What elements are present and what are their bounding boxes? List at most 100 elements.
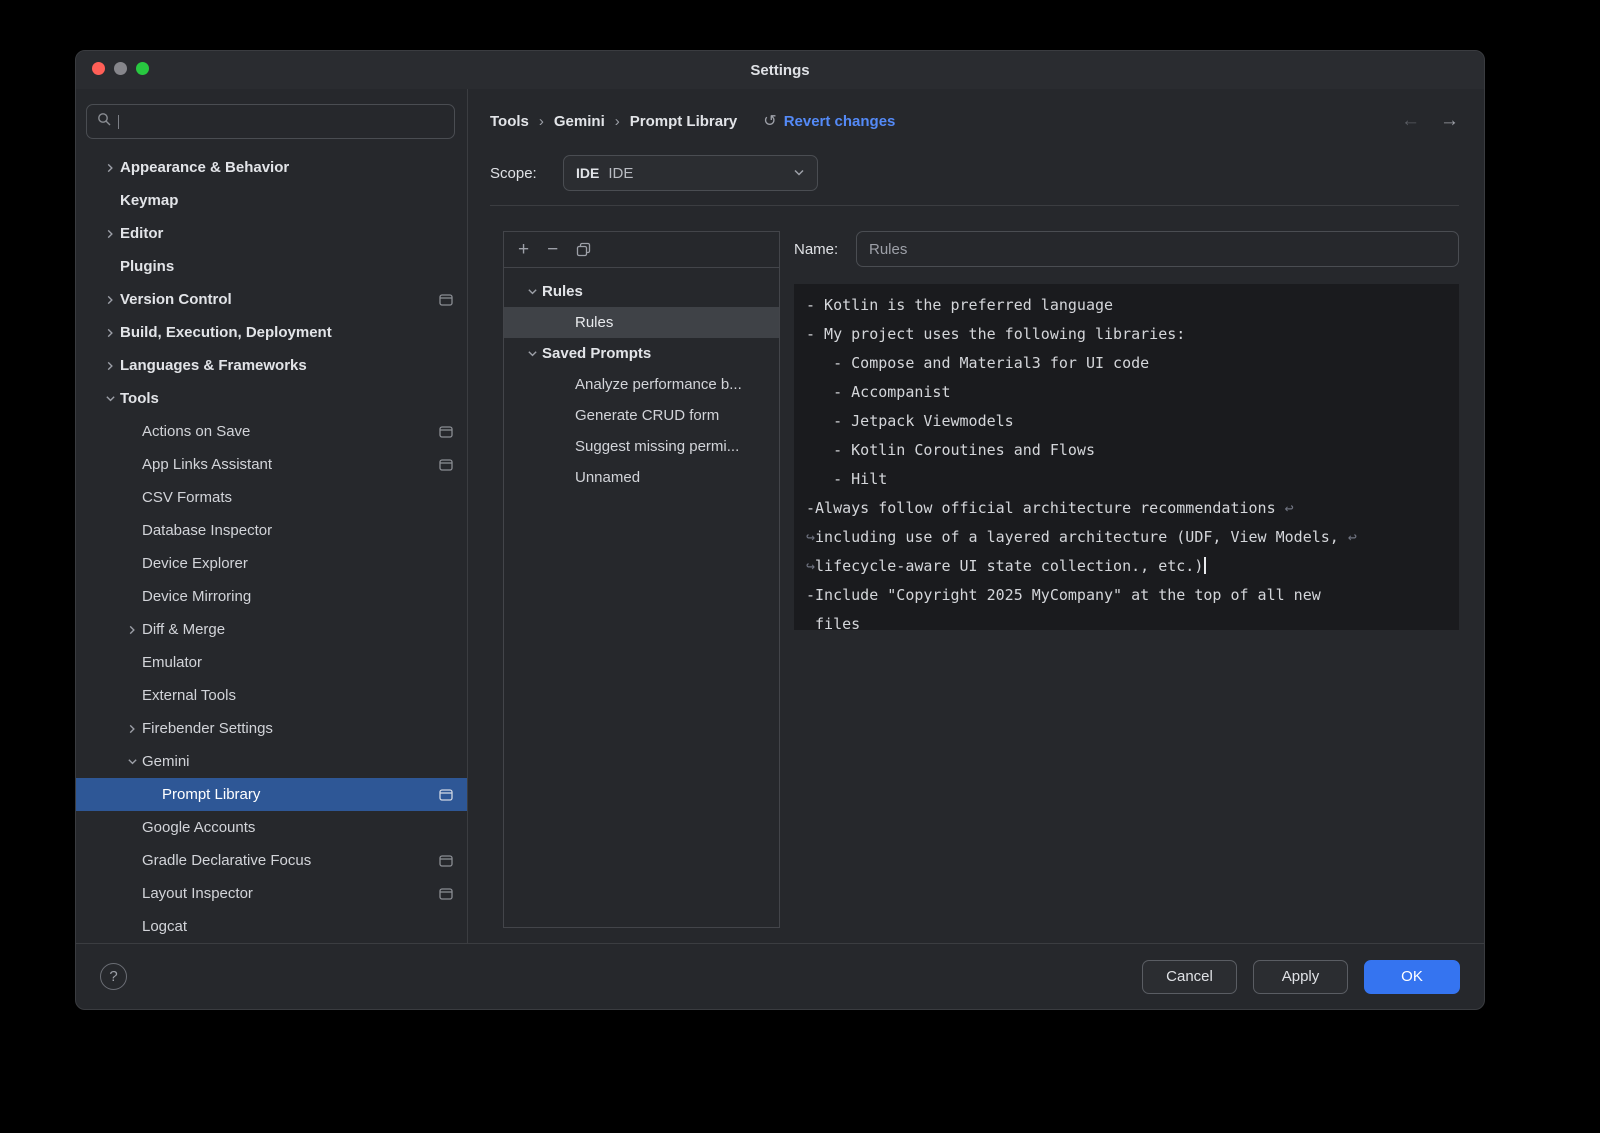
chevron-right-icon[interactable] <box>100 296 120 304</box>
sidebar-item-build-execution-deployment[interactable]: Build, Execution, Deployment <box>76 316 467 349</box>
forward-arrow-icon[interactable]: → <box>1440 110 1459 132</box>
apply-button[interactable]: Apply <box>1253 960 1348 994</box>
sidebar-item-google-accounts[interactable]: Google Accounts <box>76 811 467 844</box>
sidebar-item-external-tools[interactable]: External Tools <box>76 679 467 712</box>
breadcrumb-tools[interactable]: Tools <box>490 113 529 130</box>
prompt-editor-side: Name: Rules - Kotlin is the preferred la… <box>794 231 1459 928</box>
minimize-window-button[interactable] <box>114 62 127 75</box>
search-icon <box>97 112 112 132</box>
sidebar-item-version-control[interactable]: Version Control <box>76 283 467 316</box>
chevron-down-icon[interactable] <box>522 350 542 358</box>
sidebar-item-device-explorer[interactable]: Device Explorer <box>76 547 467 580</box>
prompt-item-rules[interactable]: Rules <box>504 307 779 338</box>
sidebar-item-label: Diff & Merge <box>142 621 225 638</box>
sidebar-item-plugins[interactable]: Plugins <box>76 250 467 283</box>
close-window-button[interactable] <box>92 62 105 75</box>
zoom-window-button[interactable] <box>136 62 149 75</box>
sidebar-item-diff-merge[interactable]: Diff & Merge <box>76 613 467 646</box>
sidebar-item-actions-on-save[interactable]: Actions on Save <box>76 415 467 448</box>
settings-window: Settings Appearance & Behavior Keymap <box>75 50 1485 1010</box>
sidebar-item-label: Build, Execution, Deployment <box>120 324 332 341</box>
chevron-right-icon[interactable] <box>100 164 120 172</box>
prompt-group-rules[interactable]: Rules <box>504 276 779 307</box>
sidebar-item-app-links-assistant[interactable]: App Links Assistant <box>76 448 467 481</box>
prompt-line: - Hilt <box>806 465 1447 494</box>
prompt-item-label: Suggest missing permi... <box>575 438 739 455</box>
traffic-lights <box>92 62 149 75</box>
sidebar-item-label: Gemini <box>142 753 190 770</box>
title-bar: Settings <box>76 51 1484 89</box>
settings-sidebar: Appearance & Behavior Keymap Editor Plug… <box>76 89 468 943</box>
breadcrumb: Tools › Gemini › Prompt Library ↺ Revert… <box>490 103 1459 139</box>
prompt-name-value: Rules <box>869 241 907 258</box>
prompt-group-saved-prompts[interactable]: Saved Prompts <box>504 338 779 369</box>
breadcrumb-separator: › <box>539 113 544 130</box>
prompt-group-label: Rules <box>542 283 583 300</box>
prompt-line: - Jetpack Viewmodels <box>806 407 1447 436</box>
prompt-item-unnamed[interactable]: Unnamed <box>504 462 779 493</box>
chevron-down-icon <box>793 169 805 177</box>
sidebar-item-firebender-settings[interactable]: Firebender Settings <box>76 712 467 745</box>
help-button[interactable]: ? <box>100 963 127 990</box>
back-arrow-icon[interactable]: ← <box>1401 110 1420 132</box>
breadcrumb-prompt-library: Prompt Library <box>630 113 738 130</box>
prompt-text-editor[interactable]: - Kotlin is the preferred language - My … <box>794 284 1459 630</box>
dialog-footer: ? Cancel Apply OK <box>76 943 1484 1009</box>
sidebar-item-keymap[interactable]: Keymap <box>76 184 467 217</box>
sidebar-item-gradle-declarative-focus[interactable]: Gradle Declarative Focus <box>76 844 467 877</box>
sidebar-item-label: Tools <box>120 390 159 407</box>
sidebar-item-label: Gradle Declarative Focus <box>142 852 311 869</box>
scope-dropdown[interactable]: IDE IDE <box>563 155 818 191</box>
sidebar-item-label: Device Explorer <box>142 555 248 572</box>
prompt-name-input[interactable]: Rules <box>856 231 1459 267</box>
sidebar-item-label: Keymap <box>120 192 178 209</box>
sidebar-item-csv-formats[interactable]: CSV Formats <box>76 481 467 514</box>
sidebar-item-layout-inspector[interactable]: Layout Inspector <box>76 877 467 910</box>
prompt-item-suggest-missing-permissions[interactable]: Suggest missing permi... <box>504 431 779 462</box>
chevron-down-icon[interactable] <box>122 758 142 766</box>
sidebar-item-label: Firebender Settings <box>142 720 273 737</box>
prompt-item-label: Rules <box>575 314 613 331</box>
chevron-down-icon[interactable] <box>100 395 120 403</box>
sidebar-item-editor[interactable]: Editor <box>76 217 467 250</box>
sidebar-item-appearance-behavior[interactable]: Appearance & Behavior <box>76 151 467 184</box>
window-title: Settings <box>750 62 809 79</box>
chevron-right-icon[interactable] <box>122 626 142 634</box>
sidebar-item-label: Layout Inspector <box>142 885 253 902</box>
sidebar-item-languages-frameworks[interactable]: Languages & Frameworks <box>76 349 467 382</box>
ide-scope-icon <box>439 855 453 867</box>
sidebar-item-label: Editor <box>120 225 163 242</box>
search-input[interactable] <box>86 104 455 139</box>
sidebar-item-gemini[interactable]: Gemini <box>76 745 467 778</box>
sidebar-item-emulator[interactable]: Emulator <box>76 646 467 679</box>
breadcrumb-gemini[interactable]: Gemini <box>554 113 605 130</box>
chevron-down-icon[interactable] <box>522 288 542 296</box>
chevron-right-icon[interactable] <box>122 725 142 733</box>
soft-wrap-icon: ↩ <box>1348 528 1357 546</box>
sidebar-item-label: Actions on Save <box>142 423 250 440</box>
chevron-right-icon[interactable] <box>100 329 120 337</box>
sidebar-item-database-inspector[interactable]: Database Inspector <box>76 514 467 547</box>
sidebar-item-prompt-library[interactable]: Prompt Library <box>76 778 467 811</box>
cancel-button[interactable]: Cancel <box>1142 960 1237 994</box>
prompt-line: - Compose and Material3 for UI code <box>806 349 1447 378</box>
sidebar-item-tools[interactable]: Tools <box>76 382 467 415</box>
sidebar-item-logcat[interactable]: Logcat <box>76 910 467 943</box>
chevron-right-icon[interactable] <box>100 230 120 238</box>
sidebar-item-label: External Tools <box>142 687 236 704</box>
prompt-item-analyze-performance[interactable]: Analyze performance b... <box>504 369 779 400</box>
add-prompt-button[interactable]: + <box>518 240 529 259</box>
ide-scope-icon <box>439 789 453 801</box>
ok-button[interactable]: OK <box>1364 960 1460 994</box>
sidebar-item-device-mirroring[interactable]: Device Mirroring <box>76 580 467 613</box>
settings-content: Tools › Gemini › Prompt Library ↺ Revert… <box>468 89 1484 943</box>
revert-changes-link[interactable]: ↺ Revert changes <box>763 111 895 131</box>
chevron-right-icon[interactable] <box>100 362 120 370</box>
soft-wrap-icon: ↪ <box>806 557 815 575</box>
sidebar-item-label: CSV Formats <box>142 489 232 506</box>
scope-row: Scope: IDE IDE <box>490 155 1459 191</box>
copy-prompt-button[interactable] <box>576 242 591 257</box>
prompt-item-generate-crud-form[interactable]: Generate CRUD form <box>504 400 779 431</box>
prompt-line: - My project uses the following librarie… <box>806 320 1447 349</box>
remove-prompt-button[interactable]: − <box>547 240 558 259</box>
